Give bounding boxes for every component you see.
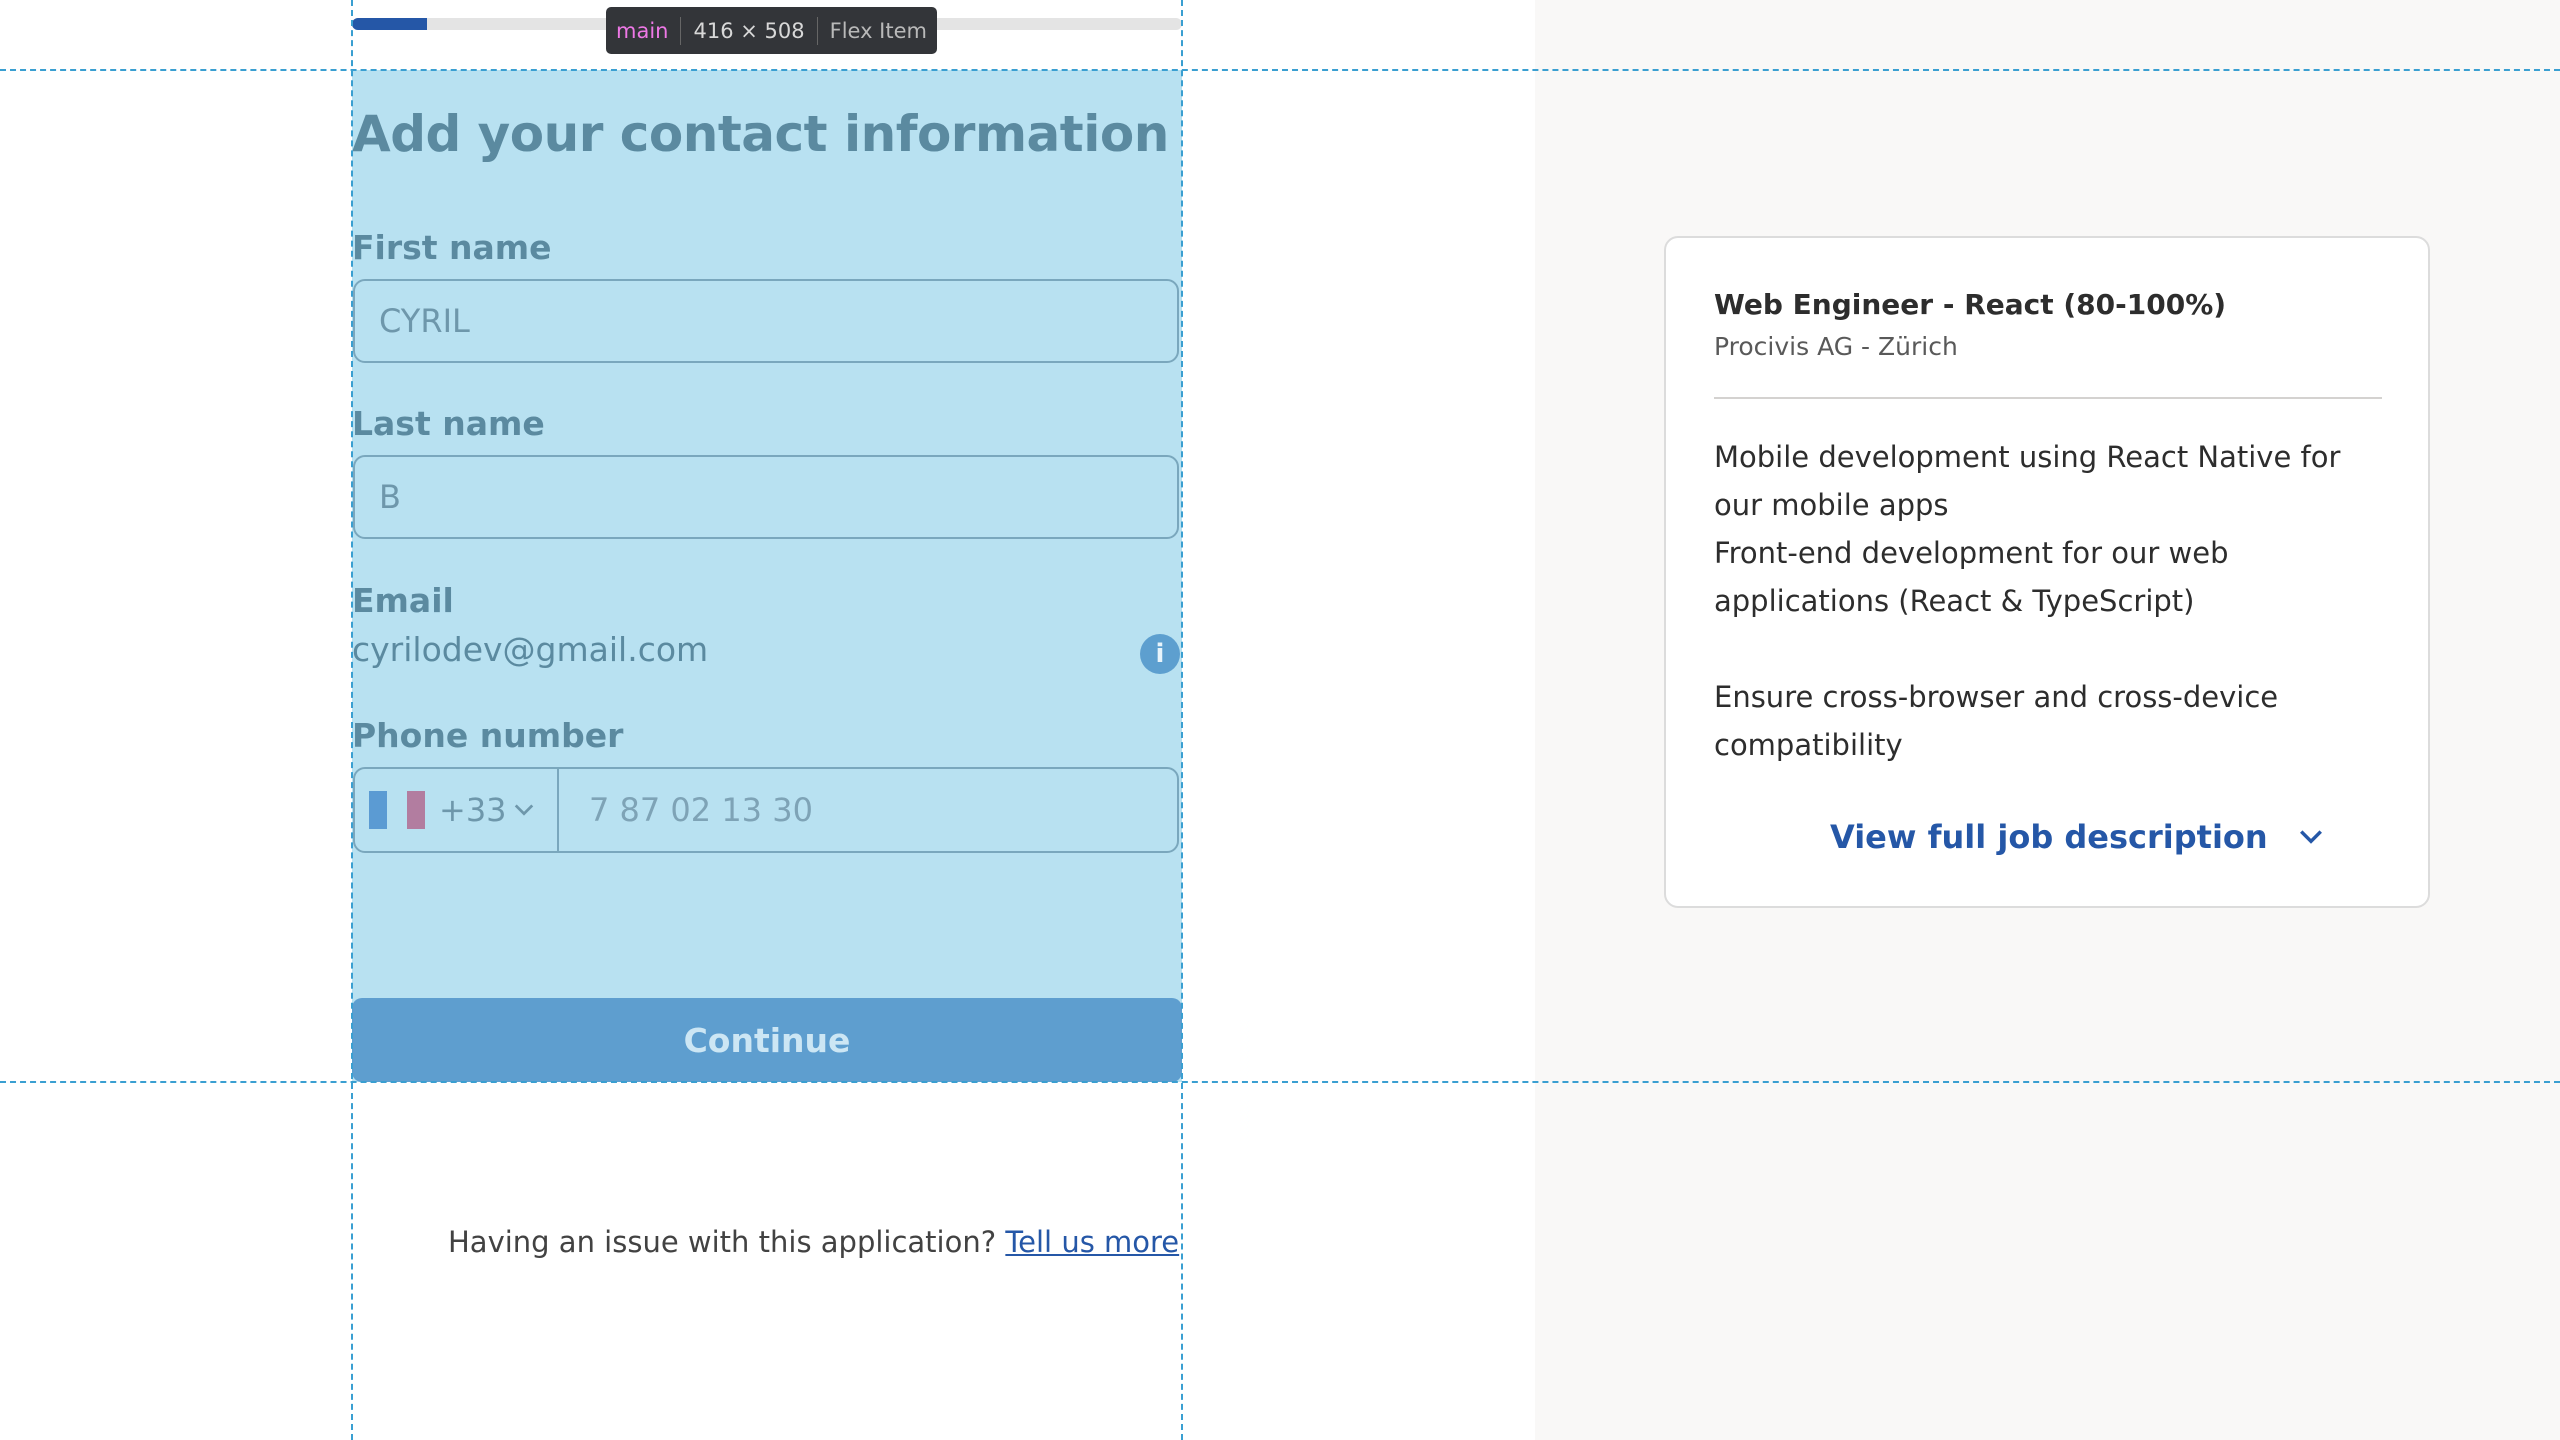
info-icon[interactable]: i — [1140, 634, 1180, 674]
chevron-down-icon — [2299, 830, 2322, 844]
divider — [680, 16, 682, 45]
devtools-guide-line — [0, 1081, 2560, 1083]
job-description-line: Ensure cross-browser and cross-device co… — [1714, 680, 2279, 762]
phone-number-input[interactable]: 7 87 02 13 30 — [559, 769, 1177, 851]
divider — [1714, 397, 2382, 399]
page-title: Add your contact information — [352, 105, 1169, 163]
first-name-input[interactable]: CYRIL — [353, 279, 1179, 363]
job-description-spacer — [1714, 625, 2394, 673]
job-description: Mobile development using React Native fo… — [1714, 433, 2394, 769]
chevron-down-icon — [514, 804, 533, 816]
devtools-tooltip-tag: main — [616, 18, 669, 43]
email-value: cyrilodev@gmail.com — [352, 630, 709, 669]
last-name-label: Last name — [352, 404, 545, 443]
progress-bar-fill — [352, 18, 427, 30]
email-label: Email — [352, 581, 454, 620]
devtools-tooltip-kind: Flex Item — [829, 18, 927, 43]
devtools-guide-line — [1181, 0, 1183, 1440]
france-flag-icon — [369, 791, 425, 829]
devtools-guide-line — [0, 69, 2560, 71]
job-company: Procivis AG - Zürich — [1714, 332, 1958, 361]
devtools-guide-line — [351, 0, 353, 1440]
continue-button[interactable]: Continue — [352, 998, 1182, 1082]
devtools-tooltip-size: 416 × 508 — [693, 18, 805, 43]
country-code-value: +33 — [439, 791, 507, 829]
first-name-label: First name — [352, 228, 552, 267]
job-card: Web Engineer - React (80-100%) Procivis … — [1664, 236, 2430, 908]
phone-number-placeholder: 7 87 02 13 30 — [589, 791, 813, 829]
tell-us-more-link[interactable]: Tell us more — [1005, 1225, 1179, 1259]
job-description-line: Front-end development for our web applic… — [1714, 536, 2229, 618]
issue-footer: Having an issue with this application? T… — [448, 1225, 1179, 1259]
job-description-line: Mobile development using React Native fo… — [1714, 440, 2341, 522]
devtools-tooltip: main 416 × 508 Flex Item — [606, 7, 937, 54]
last-name-input[interactable]: B — [353, 455, 1179, 539]
divider — [816, 16, 818, 45]
issue-text: Having an issue with this application? — [448, 1225, 997, 1259]
devtools-highlight-overlay — [352, 70, 1182, 1082]
view-full-description-button[interactable]: View full job description — [1830, 818, 2324, 856]
phone-number-field: +33 7 87 02 13 30 — [353, 767, 1179, 853]
job-title: Web Engineer - React (80-100%) — [1714, 288, 2227, 321]
phone-number-label: Phone number — [352, 716, 624, 755]
country-code-select[interactable]: +33 — [355, 769, 559, 851]
last-name-value: B — [379, 478, 401, 516]
view-full-description-label: View full job description — [1830, 818, 2268, 856]
first-name-value: CYRIL — [379, 302, 470, 340]
